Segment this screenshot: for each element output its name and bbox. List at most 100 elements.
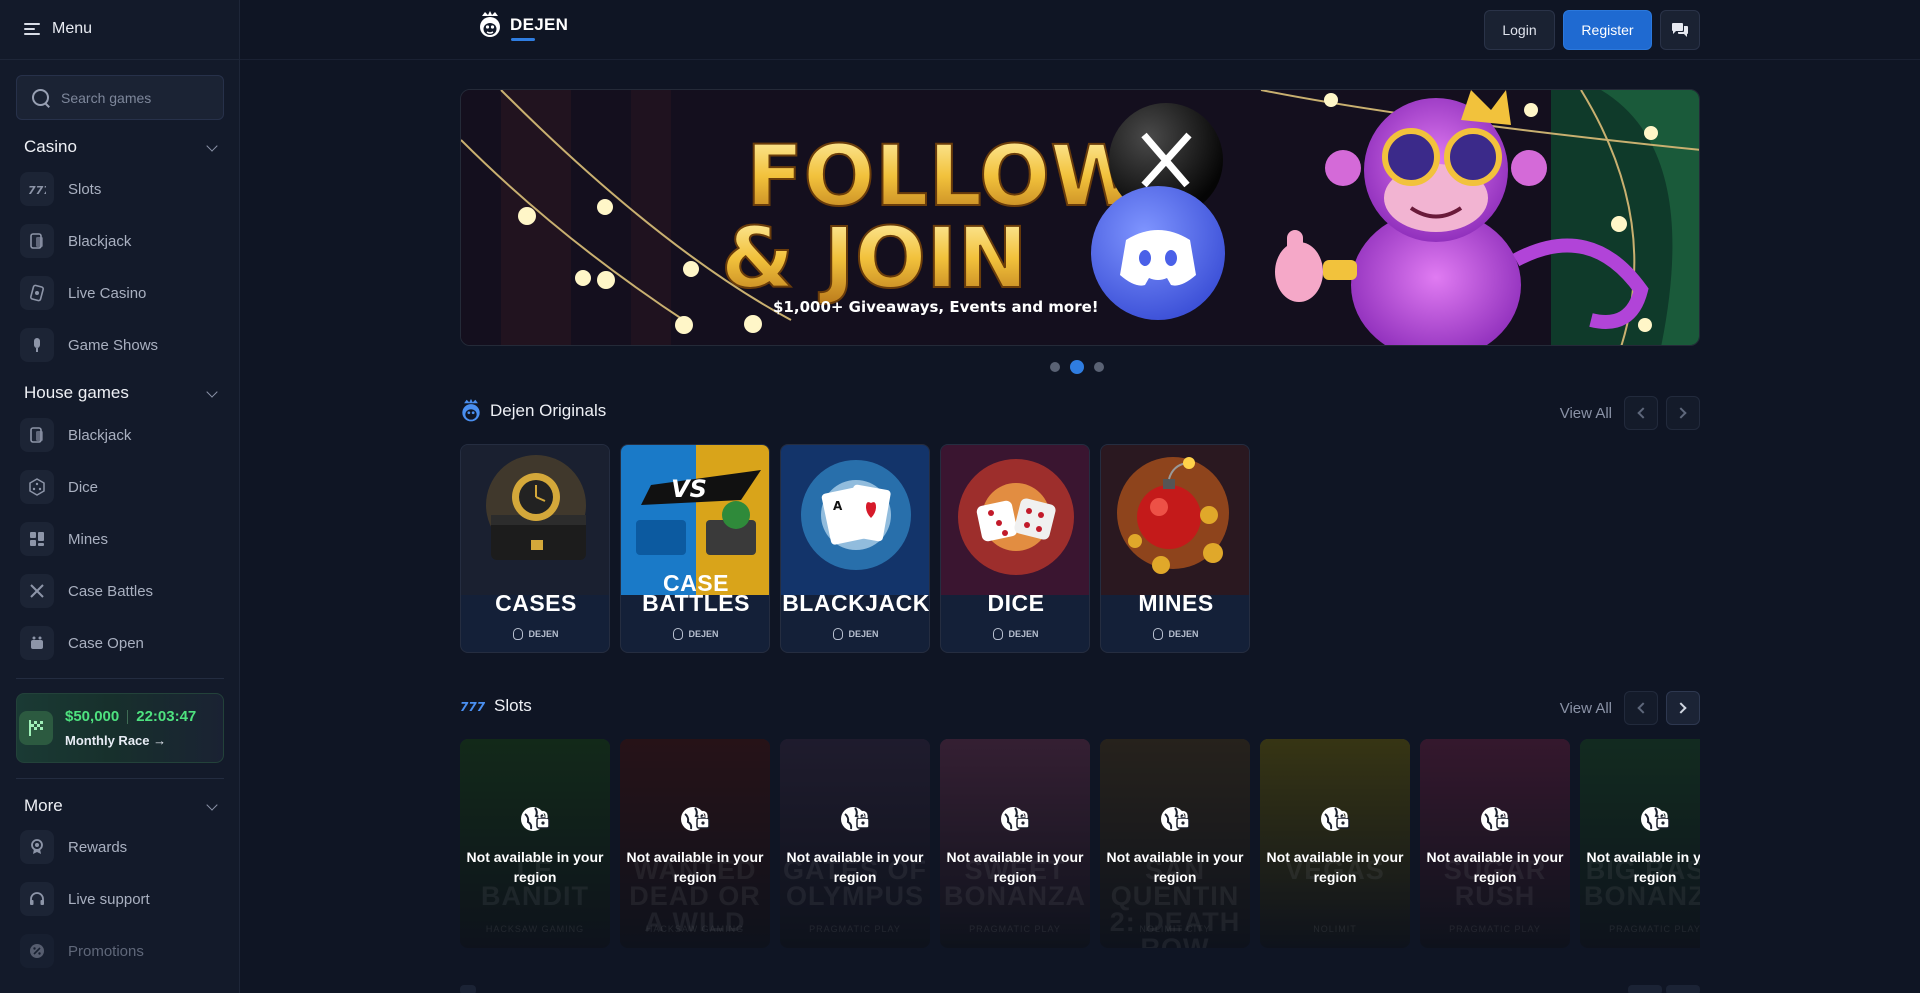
swords-icon (20, 574, 54, 608)
game-card-dice[interactable]: DICE DEJEN (940, 444, 1090, 653)
search-box[interactable] (16, 75, 224, 120)
section-title: Dejen Originals (490, 401, 607, 420)
slot-card[interactable]: WANTED DEAD OR A WILDHACKSAW GAMINGNot a… (620, 739, 770, 948)
region-lock-icon (521, 807, 550, 831)
section-casino[interactable]: Casino (24, 136, 220, 158)
dice-icon (20, 470, 54, 504)
game-card-case-battles[interactable]: VS CASE BATTLES DEJEN (620, 444, 770, 653)
prev-button[interactable] (1624, 396, 1658, 430)
register-button[interactable]: Register (1563, 10, 1652, 50)
brand-label: DEJEN (1008, 629, 1039, 639)
region-lock-icon (1481, 807, 1510, 831)
brand-label: DEJEN (688, 629, 719, 639)
section-house-games[interactable]: House games (24, 382, 220, 404)
unavailable-overlay (620, 739, 770, 948)
unavailable-text: Not available in your region (946, 849, 1084, 885)
monkey-logo-icon (1153, 628, 1164, 640)
view-all-link[interactable]: View All (1560, 700, 1612, 717)
game-card-title: DICE (987, 590, 1045, 616)
sidebar-item-live-casino[interactable]: Live Casino (20, 274, 220, 312)
cards-icon (20, 224, 54, 258)
sidebar-item-promotions[interactable]: Promotions (20, 932, 220, 970)
slot-card[interactable]: GATES OF OLYMPUSPRAGMATIC PLAYNot availa… (780, 739, 930, 948)
svg-text:VS: VS (671, 475, 707, 503)
carousel-dot-3[interactable] (1094, 362, 1104, 372)
race-timer: 22:03:47 (136, 708, 197, 725)
region-lock-icon (841, 807, 870, 831)
sidebar-item-label: Blackjack (68, 426, 132, 444)
cases-art (461, 445, 609, 595)
prev-button[interactable] (1624, 691, 1658, 725)
view-all-link[interactable]: View All (1560, 405, 1612, 422)
section-more[interactable]: More (24, 795, 220, 817)
carousel-dot-1[interactable] (1050, 362, 1060, 372)
game-card-cases[interactable]: CASES DEJEN (460, 444, 610, 653)
logo-text: DEJEN (510, 15, 569, 41)
banner-art: FOLLOW & JOIN $1,000+ Giveaways, Events … (461, 90, 1699, 345)
sidebar-item-label: Promotions (68, 942, 144, 960)
monthly-race-card[interactable]: $50,000 22:03:47 Monthly Race → (16, 693, 224, 763)
game-card-blackjack[interactable]: A BLACKJACK DEJEN (780, 444, 930, 653)
next-button[interactable] (1666, 985, 1700, 993)
monkey-logo-icon (462, 398, 480, 422)
section-title: Casino (24, 137, 77, 156)
game-card-brand: DEJEN (941, 628, 1089, 640)
svg-text:& JOIN: & JOIN (721, 209, 1028, 307)
menu-toggle[interactable]: Menu (24, 18, 92, 40)
search-icon (31, 88, 51, 108)
section-title: House games (24, 383, 129, 402)
race-info: $50,000 22:03:47 Monthly Race → (65, 708, 196, 748)
slot-card[interactable]: SAN QUENTIN 2: DEATH ROWNOLIMIT CITYNot … (1100, 739, 1250, 948)
slot-card[interactable]: LE BANDITHACKSAW GAMINGNot available in … (460, 739, 610, 948)
sidebar-item-live-support[interactable]: Live support (20, 880, 220, 918)
sidebar-item-house-blackjack[interactable]: Blackjack (20, 416, 220, 454)
sidebar-item-game-shows[interactable]: Game Shows (20, 326, 220, 364)
site-logo[interactable]: DEJEN (478, 10, 569, 41)
race-flag-icon (19, 711, 53, 745)
sidebar-item-dice[interactable]: Dice (20, 468, 220, 506)
next-button[interactable] (1666, 396, 1700, 430)
chevron-down-icon (206, 139, 218, 152)
slot-card[interactable]: SWEET BONANZAPRAGMATIC PLAYNot available… (940, 739, 1090, 948)
sidebar-item-blackjack[interactable]: Blackjack (20, 222, 220, 260)
divider (127, 709, 129, 724)
unavailable-text: Not available in your region (466, 849, 604, 885)
slots-icon: 777 (20, 172, 54, 206)
region-lock-icon (1001, 807, 1030, 831)
slots-header: 777 Slots View All (460, 691, 1700, 725)
sidebar-item-mines[interactable]: Mines (20, 520, 220, 558)
monkey-logo-icon (673, 628, 684, 640)
promo-banner[interactable]: FOLLOW & JOIN $1,000+ Giveaways, Events … (460, 89, 1700, 346)
next-button[interactable] (1666, 691, 1700, 725)
slot-card[interactable]: SUGAR RUSHPRAGMATIC PLAYNot available in… (1420, 739, 1570, 948)
game-card-brand: DEJEN (621, 628, 769, 640)
divider (16, 778, 224, 779)
region-lock-icon (1641, 807, 1670, 831)
sidebar-item-case-open[interactable]: Case Open (20, 624, 220, 662)
chat-button[interactable] (1660, 10, 1700, 50)
game-card-brand: DEJEN (1101, 628, 1249, 640)
unavailable-overlay (460, 739, 610, 948)
case-icon (20, 626, 54, 660)
promotions-icon (20, 934, 54, 968)
region-lock-icon (681, 807, 710, 831)
sidebar-item-label: Live support (68, 890, 150, 908)
microphone-icon (20, 328, 54, 362)
game-card-mines[interactable]: MINES DEJEN (1100, 444, 1250, 653)
prev-button[interactable] (1628, 985, 1662, 993)
sidebar-item-label: Rewards (68, 838, 128, 856)
monkey-logo-icon (833, 628, 844, 640)
headset-icon (20, 882, 54, 916)
sidebar-item-rewards[interactable]: Rewards (20, 828, 220, 866)
search-input[interactable] (61, 89, 211, 106)
carousel-dot-2[interactable] (1070, 360, 1084, 374)
slots-icon: 777 (460, 700, 486, 713)
slot-card[interactable]: VEGASNOLIMITNot available in your region (1260, 739, 1410, 948)
login-button[interactable]: Login (1484, 10, 1555, 50)
unavailable-text: Not available in your region (1426, 849, 1564, 885)
live-cards-icon (20, 276, 54, 310)
sidebar-item-slots[interactable]: 777 Slots (20, 170, 220, 208)
unavailable-overlay (1420, 739, 1570, 948)
sidebar-item-case-battles[interactable]: Case Battles (20, 572, 220, 610)
chevron-right-icon (1675, 702, 1687, 714)
